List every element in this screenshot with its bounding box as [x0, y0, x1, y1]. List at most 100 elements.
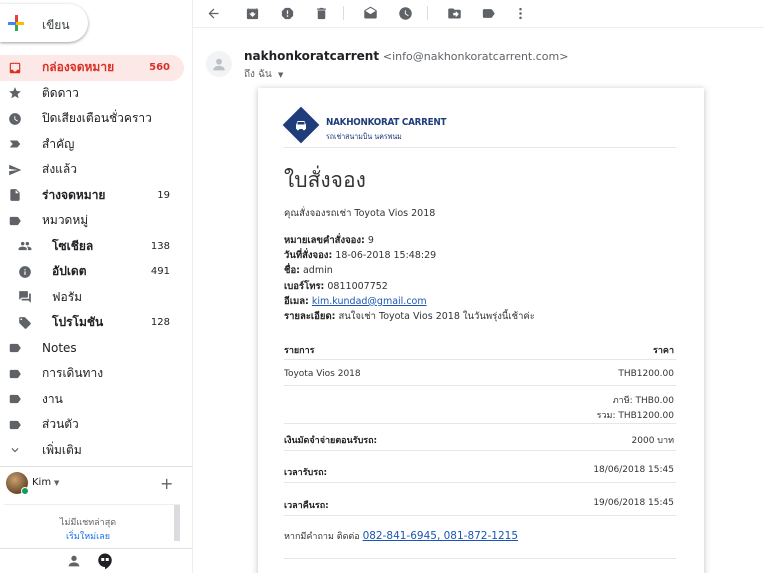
tag-icon: [18, 316, 32, 330]
sidebar-item-12[interactable]: การเดินทาง: [0, 361, 184, 387]
recipient-line[interactable]: ถึง ฉัน ▼: [244, 67, 283, 82]
sidebar-item-8[interactable]: อัปเดต 491: [0, 259, 184, 285]
sidebar-item-label: การเดินทาง: [42, 366, 104, 381]
start-new-chat-link[interactable]: เริ่มใหม่เลย: [4, 529, 172, 543]
person-icon[interactable]: [66, 553, 82, 569]
sidebar-item-9[interactable]: ฟอรัม: [0, 285, 184, 311]
sidebar-item-label: หมวดหมู่: [42, 213, 89, 228]
clock-icon: [398, 6, 412, 20]
contact-text: หากมีคำถาม ติดต่อ: [284, 532, 360, 542]
label-icon: [482, 8, 495, 18]
sidebar-item-label: ฟอรัม: [52, 289, 83, 304]
email-label: อีเมล:: [284, 295, 309, 307]
star-icon: [8, 86, 22, 100]
sidebar-item-4[interactable]: ส่งแล้ว: [0, 157, 184, 183]
labels-button[interactable]: [478, 3, 498, 23]
order-number-row: หมายเลขคำสั่งจอง: 9: [284, 233, 535, 248]
info-icon: [18, 265, 32, 279]
col-price-header: ราคา: [653, 346, 674, 356]
forum-icon: [18, 290, 32, 304]
add-icon[interactable]: +: [160, 474, 173, 493]
sidebar-item-15[interactable]: เพิ่มเติม: [0, 438, 184, 464]
sidebar-item-count: 128: [150, 317, 170, 329]
sidebar-item-10[interactable]: โปรโมชัน 128: [0, 310, 184, 336]
logo-subtext: รถเช่าสนามบิน นครพนม: [326, 132, 402, 141]
sidebar-item-label: กล่องจดหมาย: [42, 60, 115, 75]
sidebar-item-13[interactable]: งาน: [0, 387, 184, 413]
note-label: รายละเอียด:: [284, 311, 336, 323]
divider: [284, 385, 676, 386]
sidebar-item-11[interactable]: Notes: [0, 336, 184, 362]
sidebar-item-3[interactable]: สำคัญ: [0, 132, 184, 158]
label-icon: [8, 214, 22, 228]
sidebar-item-label: อัปเดต: [52, 264, 87, 279]
customer-name-label: ชื่อ:: [284, 265, 300, 277]
sidebar-item-count: 560: [149, 62, 170, 74]
note-row: รายละเอียด: สนใจเช่า Toyota Vios 2018 ใน…: [284, 309, 535, 324]
hangouts-user-name[interactable]: Kim: [32, 477, 51, 488]
item-name: Toyota Vios 2018: [284, 369, 361, 379]
sidebar-item-7[interactable]: โซเชียล 138: [0, 234, 184, 260]
label-icon: [8, 392, 22, 406]
order-number-label: หมายเลขคำสั่งจอง:: [284, 235, 365, 246]
sender-avatar[interactable]: [206, 51, 232, 77]
sidebar-item-6[interactable]: หมวดหมู่: [0, 208, 184, 234]
snooze-button[interactable]: [395, 3, 415, 23]
sidebar-item-1[interactable]: ติดดาว: [0, 81, 184, 107]
more-options-button[interactable]: [510, 3, 530, 23]
archive-icon: [246, 7, 258, 19]
sidebar-item-label: ติดดาว: [42, 85, 79, 100]
important-icon: [8, 137, 22, 151]
divider: [284, 515, 676, 516]
avatar[interactable]: [6, 472, 29, 495]
archive-button[interactable]: [242, 3, 262, 23]
deposit-value: 2000 บาท: [631, 436, 674, 446]
sidebar-nav: กล่องจดหมาย 560 ติดดาวปิดเสียงเตือนชั่วครา…: [0, 55, 184, 463]
order-date-value: 18-06-2018 15:48:29: [335, 250, 437, 262]
hangouts-icon[interactable]: [96, 552, 114, 570]
sender-line: nakhonkoratcarrent <info@nakhonkoratcarr…: [244, 49, 568, 63]
back-button[interactable]: [203, 3, 223, 23]
phone-label: เบอร์โทร:: [284, 280, 325, 292]
move-to-button[interactable]: [444, 3, 464, 23]
order-intro: คุณสั่งจองรถเช่า Toyota Vios 2018: [284, 208, 436, 219]
divider: [284, 359, 676, 360]
clock-icon: [8, 112, 22, 126]
sidebar: เขียน กล่องจดหมาย 560 ติดดาวปิดเสียงเตือนช…: [0, 0, 192, 573]
caret-down-icon[interactable]: ▼: [278, 71, 283, 79]
mark-unread-button[interactable]: [360, 3, 380, 23]
hangouts-bottom-bar: [0, 548, 192, 573]
toolbar-separator: [343, 6, 344, 20]
item-price: THB1200.00: [618, 369, 674, 379]
contact-phone-link[interactable]: 082-841-6945, 081-872-1215: [363, 530, 518, 542]
sidebar-item-0[interactable]: กล่องจดหมาย 560: [0, 55, 184, 81]
sidebar-item-14[interactable]: ส่วนตัว: [0, 412, 184, 438]
divider: [284, 423, 676, 424]
contact-footer: หากมีคำถาม ติดต่อ 082-841-6945, 081-872-…: [284, 529, 518, 543]
sidebar-border: [192, 0, 193, 573]
trash-icon: [316, 7, 326, 19]
sender-name[interactable]: nakhonkoratcarrent: [244, 49, 379, 63]
hangouts-user[interactable]: Kim ▼ +: [6, 472, 186, 496]
send-icon: [8, 163, 22, 177]
order-title: ใบสั่งจอง: [284, 168, 366, 192]
sidebar-item-2[interactable]: ปิดเสียงเตือนชั่วคราว: [0, 106, 184, 132]
phone-row: เบอร์โทร: 0811007752: [284, 279, 535, 294]
no-chats-text: ไม่มีแชทล่าสุด: [59, 518, 117, 528]
label-icon: [8, 367, 22, 381]
caret-down-icon[interactable]: ▼: [54, 479, 59, 487]
col-item-header: รายการ: [284, 346, 315, 356]
return-label: เวลาคืนรถ:: [284, 501, 329, 511]
compose-button[interactable]: เขียน: [0, 4, 88, 42]
chat-scrollbar[interactable]: [174, 505, 180, 541]
email-row: อีเมล: kim.kundad@gmail.com: [284, 294, 535, 309]
sidebar-item-label: ส่วนตัว: [42, 417, 79, 432]
plus-icon: [8, 15, 24, 31]
customer-email-link[interactable]: kim.kundad@gmail.com: [312, 296, 427, 307]
report-spam-button[interactable]: [277, 3, 297, 23]
sidebar-item-count: 491: [150, 266, 170, 278]
sidebar-item-label: เพิ่มเติม: [42, 442, 82, 457]
delete-button[interactable]: [311, 3, 331, 23]
return-value: 19/06/2018 15:45: [593, 498, 674, 508]
sidebar-item-5[interactable]: ร่างจดหมาย 19: [0, 183, 184, 209]
